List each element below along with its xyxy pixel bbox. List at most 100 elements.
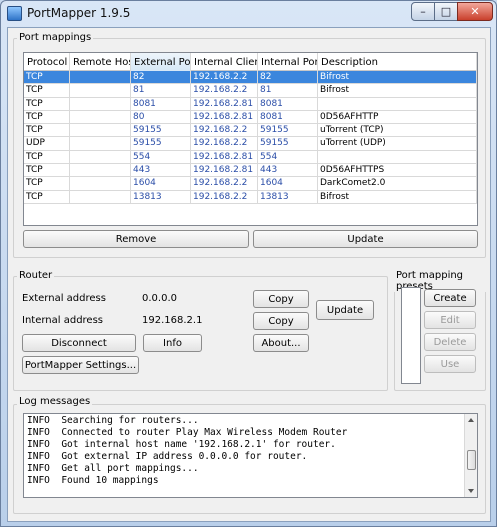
table-cell: 81 [258, 84, 318, 97]
table-cell: 13813 [131, 190, 191, 203]
table-row[interactable]: TCP 59155 192.168.2.2 59155 uTorrent (TCP) [24, 124, 477, 138]
table-cell: 443 [258, 164, 318, 177]
table-cell [70, 97, 131, 110]
table-cell: 192.168.2.2 [191, 84, 258, 97]
table-cell: 81 [131, 84, 191, 97]
table-cell: 192.168.2.2 [191, 177, 258, 190]
table-cell: TCP [24, 71, 70, 84]
port-mappings-table[interactable]: ProtocolRemote HostExternal PortInternal… [23, 52, 478, 226]
table-cell: 82 [131, 71, 191, 84]
delete-preset-button[interactable]: Delete [424, 333, 476, 351]
table-cell [70, 150, 131, 164]
info-button[interactable]: Info [143, 334, 202, 352]
table-row[interactable]: TCP 13813 192.168.2.2 13813 Bifrost [24, 190, 477, 204]
disconnect-button[interactable]: Disconnect [22, 334, 136, 352]
update-mappings-button[interactable]: Update [253, 230, 478, 248]
about-button[interactable]: About... [253, 334, 309, 352]
table-cell [70, 177, 131, 190]
internal-address-label: Internal address [22, 315, 104, 326]
column-header[interactable]: Internal Port [258, 53, 318, 71]
table-cell: 192.168.2.2 [191, 71, 258, 84]
table-cell: 443 [131, 164, 191, 177]
table-cell [70, 124, 131, 137]
table-cell: Bifrost [318, 84, 477, 97]
log-lines: INFO Searching for routers... INFO Connec… [24, 414, 477, 487]
table-cell [318, 150, 477, 164]
table-cell: 8081 [258, 110, 318, 124]
log-line: INFO Got internal host name '192.168.2.1… [27, 439, 336, 450]
use-preset-button[interactable]: Use [424, 355, 476, 373]
table-row[interactable]: TCP 554 192.168.2.81 554 [24, 150, 477, 165]
table-row[interactable]: TCP 8081 192.168.2.81 8081 [24, 97, 477, 111]
table-row[interactable]: UDP 59155 192.168.2.2 59155 uTorrent (UDP) [24, 137, 477, 151]
table-cell: TCP [24, 177, 70, 190]
log-scrollbar[interactable] [464, 414, 477, 497]
table-header: ProtocolRemote HostExternal PortInternal… [24, 53, 477, 71]
scroll-up-icon[interactable] [468, 418, 474, 422]
portmapper-settings-button[interactable]: PortMapper Settings... [22, 356, 139, 374]
table-cell: 192.168.2.2 [191, 124, 258, 137]
table-row[interactable]: TCP 82 192.168.2.2 82 Bifrost [24, 71, 477, 85]
app-window: PortMapper 1.9.5 – □ ✕ Port mappings Pro… [0, 0, 497, 527]
table-row[interactable]: TCP 1604 192.168.2.2 1604 DarkComet2.0 [24, 177, 477, 191]
table-cell: 59155 [258, 137, 318, 150]
log-line: INFO Get all port mappings... [27, 463, 199, 474]
column-header[interactable]: Protocol [24, 53, 70, 71]
router-label: Router [17, 270, 55, 281]
table-cell [70, 164, 131, 177]
table-cell: TCP [24, 124, 70, 137]
column-header[interactable]: Remote Host [70, 53, 131, 71]
log-line: INFO Searching for routers... [27, 415, 199, 426]
log-line: INFO Got external IP address 0.0.0.0 for… [27, 451, 308, 462]
table-body: TCP 82 192.168.2.2 82 Bifrost TCP 81 192.168.2.… [24, 71, 477, 204]
table-cell: TCP [24, 190, 70, 203]
log-area[interactable]: INFO Searching for routers... INFO Connec… [23, 413, 478, 498]
minimize-button[interactable]: – [411, 2, 435, 21]
table-cell [70, 84, 131, 97]
table-row[interactable]: TCP 80 192.168.2.81 8081 0D56AFHTTP [24, 110, 477, 125]
maximize-button[interactable]: □ [434, 2, 458, 21]
table-row[interactable]: TCP 81 192.168.2.2 81 Bifrost [24, 84, 477, 98]
table-cell: 59155 [131, 137, 191, 150]
scroll-down-icon[interactable] [468, 489, 474, 493]
table-cell: 0D56AFHTTP [318, 110, 477, 124]
table-cell: 554 [258, 150, 318, 164]
scroll-thumb[interactable] [467, 450, 476, 470]
column-header[interactable]: External Port [131, 53, 191, 71]
remove-button[interactable]: Remove [23, 230, 249, 248]
table-cell: TCP [24, 150, 70, 164]
table-cell: 192.168.2.81 [191, 97, 258, 110]
table-cell: DarkComet2.0 [318, 177, 477, 190]
column-header[interactable]: Description [318, 53, 477, 71]
maximize-icon: □ [440, 5, 452, 18]
table-cell [70, 110, 131, 124]
copy-external-button[interactable]: Copy [253, 290, 309, 308]
table-cell [70, 137, 131, 150]
table-cell: 192.168.2.2 [191, 137, 258, 150]
table-row[interactable]: TCP 443 192.168.2.81 443 0D56AFHTTPS [24, 164, 477, 178]
table-cell: TCP [24, 164, 70, 177]
table-cell: 192.168.2.81 [191, 150, 258, 164]
table-cell: uTorrent (TCP) [318, 124, 477, 137]
column-header[interactable]: Internal Client [191, 53, 258, 71]
table-cell: Bifrost [318, 71, 477, 84]
title-bar[interactable]: PortMapper 1.9.5 – □ ✕ [1, 1, 496, 27]
update-router-button[interactable]: Update [316, 300, 374, 320]
table-cell [70, 71, 131, 84]
table-cell: 59155 [131, 124, 191, 137]
app-icon [7, 6, 22, 21]
port-mappings-label: Port mappings [17, 32, 94, 43]
table-cell: uTorrent (UDP) [318, 137, 477, 150]
log-line: INFO Connected to router Play Max Wirele… [27, 427, 348, 438]
internal-address-value: 192.168.2.1 [142, 315, 203, 326]
table-cell: 82 [258, 71, 318, 84]
presets-list[interactable] [401, 287, 421, 384]
close-button[interactable]: ✕ [457, 2, 493, 21]
table-cell: 59155 [258, 124, 318, 137]
create-preset-button[interactable]: Create [424, 289, 476, 307]
table-cell: 80 [131, 110, 191, 124]
table-cell: 192.168.2.81 [191, 110, 258, 124]
edit-preset-button[interactable]: Edit [424, 311, 476, 329]
copy-internal-button[interactable]: Copy [253, 312, 309, 330]
table-cell: 0D56AFHTTPS [318, 164, 477, 177]
